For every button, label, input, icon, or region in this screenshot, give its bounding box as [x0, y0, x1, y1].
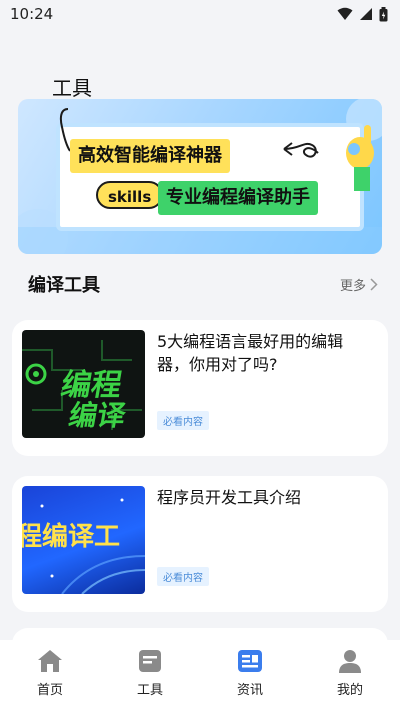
tab-label: 资讯	[236, 683, 263, 698]
article-thumbnail: 编程 编译工	[22, 330, 145, 438]
article-tag: 必看内容	[157, 411, 209, 430]
thumbnail-text-1: 程编译工	[22, 522, 121, 552]
battery-icon	[379, 6, 388, 21]
article-tag: 必看内容	[157, 567, 209, 586]
banner-headline-2: 专业编程编译助手	[158, 181, 318, 215]
article-info: 程序员开发工具介绍 必看内容	[157, 486, 378, 594]
chevron-right-icon	[370, 277, 378, 291]
curly-arrow-icon	[283, 142, 319, 158]
status-bar: 10:24	[0, 0, 400, 28]
cellular-signal-icon	[360, 8, 372, 20]
section-header: 编译工具 更多	[28, 270, 378, 298]
home-icon	[36, 647, 64, 675]
thumbnail-text-2: 编译工	[66, 399, 129, 432]
section-title: 编译工具	[28, 275, 100, 296]
tab-profile[interactable]: 我的	[310, 647, 390, 698]
more-link[interactable]: 更多	[340, 275, 378, 294]
status-icons	[337, 6, 388, 22]
tab-tools[interactable]: 工具	[110, 647, 190, 698]
tab-home[interactable]: 首页	[10, 647, 90, 698]
tab-news[interactable]: 资讯	[210, 647, 290, 698]
article-card[interactable]: 程编译工 程序员开发工具介绍 必看内容	[12, 476, 388, 612]
ok-hand-icon	[346, 125, 374, 191]
tab-label: 我的	[336, 683, 363, 698]
article-title: 5大编程语言最好用的编辑器，你用对了吗?	[157, 332, 344, 374]
news-icon	[236, 647, 264, 675]
banner-headline-1: 高效智能编译神器	[70, 139, 230, 173]
status-time: 10:24	[10, 5, 54, 23]
more-label: 更多	[339, 278, 366, 294]
page-title: 工具	[52, 76, 92, 100]
tools-icon	[136, 647, 164, 675]
promo-banner[interactable]: 高效智能编译神器 skills 专业编程编译助手	[18, 99, 382, 254]
banner-skills-pill: skills	[96, 181, 164, 209]
wifi-icon	[337, 7, 353, 20]
profile-icon	[336, 647, 364, 675]
article-thumbnail: 程编译工	[22, 486, 145, 594]
article-card[interactable]: 编程 编译工 5大编程语言最好用的编辑器，你用对了吗? 必看内容	[12, 320, 388, 456]
article-info: 5大编程语言最好用的编辑器，你用对了吗? 必看内容	[157, 330, 378, 438]
article-title: 程序员开发工具介绍	[157, 488, 302, 507]
tab-label: 工具	[136, 683, 163, 698]
tab-label: 首页	[36, 683, 63, 698]
bottom-tab-bar: 首页 工具 资讯 我的	[0, 640, 400, 711]
